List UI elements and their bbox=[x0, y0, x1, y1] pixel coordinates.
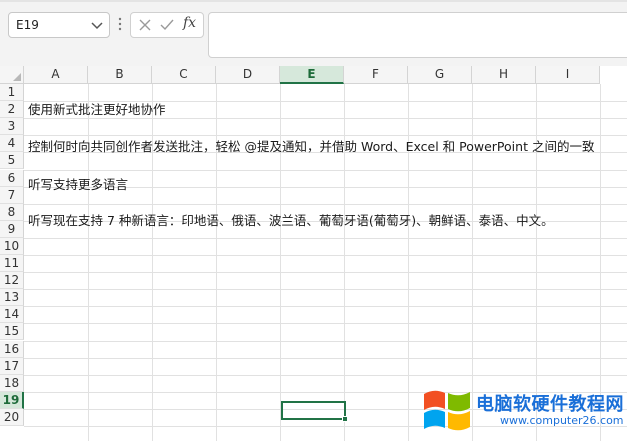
column-header-b[interactable]: B bbox=[88, 66, 152, 84]
gridline-horizontal bbox=[24, 340, 627, 342]
gridline-horizontal bbox=[24, 203, 627, 205]
gridline-horizontal bbox=[24, 374, 627, 376]
row-header-4[interactable]: 4 bbox=[0, 135, 24, 153]
row-header-14[interactable]: 14 bbox=[0, 306, 24, 324]
windows-logo-icon bbox=[422, 386, 472, 436]
watermark-title: 电脑软硬件教程网 bbox=[476, 394, 624, 415]
cell-A6[interactable]: 听写支持更多语言 bbox=[28, 176, 128, 193]
column-header-f[interactable]: F bbox=[344, 66, 408, 84]
gridline-horizontal bbox=[24, 237, 627, 239]
column-header-d[interactable]: D bbox=[216, 66, 280, 84]
more-options-icon[interactable] bbox=[116, 14, 124, 34]
row-header-10[interactable]: 10 bbox=[0, 237, 24, 255]
row-header-20[interactable]: 20 bbox=[0, 408, 24, 426]
formula-toolbar: E19 fx bbox=[0, 0, 627, 66]
column-header-h[interactable]: H bbox=[472, 66, 536, 84]
row-header-8[interactable]: 8 bbox=[0, 203, 24, 221]
formula-controls: fx bbox=[130, 12, 204, 38]
name-box-value: E19 bbox=[16, 18, 39, 32]
watermark-url: www.computer26.com bbox=[500, 414, 624, 427]
gridline-horizontal bbox=[24, 323, 627, 325]
selected-cell-e19[interactable] bbox=[281, 401, 346, 420]
insert-function-icon[interactable]: fx bbox=[183, 15, 196, 31]
column-header-e[interactable]: E bbox=[280, 66, 344, 84]
fill-handle[interactable] bbox=[342, 416, 348, 422]
row-header-1[interactable]: 1 bbox=[0, 84, 24, 101]
row-header-9[interactable]: 9 bbox=[0, 220, 24, 238]
gridline-horizontal bbox=[24, 272, 627, 274]
column-header-c[interactable]: C bbox=[152, 66, 216, 84]
gridline-horizontal bbox=[24, 118, 627, 120]
watermark: 电脑软硬件教程网 www.computer26.com bbox=[420, 382, 627, 438]
row-header-15[interactable]: 15 bbox=[0, 323, 24, 341]
gridline-horizontal bbox=[24, 357, 627, 359]
row-header-16[interactable]: 16 bbox=[0, 340, 24, 358]
row-header-11[interactable]: 11 bbox=[0, 255, 24, 272]
row-header-18[interactable]: 18 bbox=[0, 374, 24, 392]
toolbar-edge bbox=[0, 0, 627, 2]
row-header-12[interactable]: 12 bbox=[0, 272, 24, 290]
gridline-horizontal bbox=[24, 169, 627, 171]
column-header-a[interactable]: A bbox=[24, 66, 88, 84]
row-header-13[interactable]: 13 bbox=[0, 289, 24, 307]
gridline-horizontal bbox=[24, 135, 627, 137]
row-header-19[interactable]: 19 bbox=[0, 391, 24, 409]
cell-A4[interactable]: 控制何时向共同创作者发送批注，轻松 @提及通知，并借助 Word、Excel 和… bbox=[28, 138, 594, 155]
formula-input[interactable] bbox=[208, 12, 627, 58]
row-header-17[interactable]: 17 bbox=[0, 357, 24, 375]
chevron-down-icon[interactable] bbox=[89, 16, 105, 34]
name-box[interactable]: E19 bbox=[8, 12, 110, 38]
gridline-horizontal bbox=[24, 289, 627, 291]
row-header-7[interactable]: 7 bbox=[0, 186, 24, 204]
select-all-button[interactable] bbox=[0, 66, 24, 84]
cell-A8[interactable]: 听写现在支持 7 种新语言：印地语、俄语、波兰语、葡萄牙语(葡萄牙)、朝鲜语、泰… bbox=[28, 212, 554, 229]
gridline-horizontal bbox=[24, 306, 627, 308]
row-header-2[interactable]: 2 bbox=[0, 101, 24, 119]
row-header-3[interactable]: 3 bbox=[0, 118, 24, 136]
gridline-horizontal bbox=[24, 255, 627, 256]
confirm-icon[interactable] bbox=[159, 17, 175, 33]
row-header-5[interactable]: 5 bbox=[0, 152, 24, 170]
cell-A2[interactable]: 使用新式批注更好地协作 bbox=[28, 101, 166, 118]
column-header-i[interactable]: I bbox=[536, 66, 600, 84]
column-header-g[interactable]: G bbox=[408, 66, 472, 84]
row-header-6[interactable]: 6 bbox=[0, 169, 24, 187]
cancel-icon[interactable] bbox=[137, 17, 153, 33]
